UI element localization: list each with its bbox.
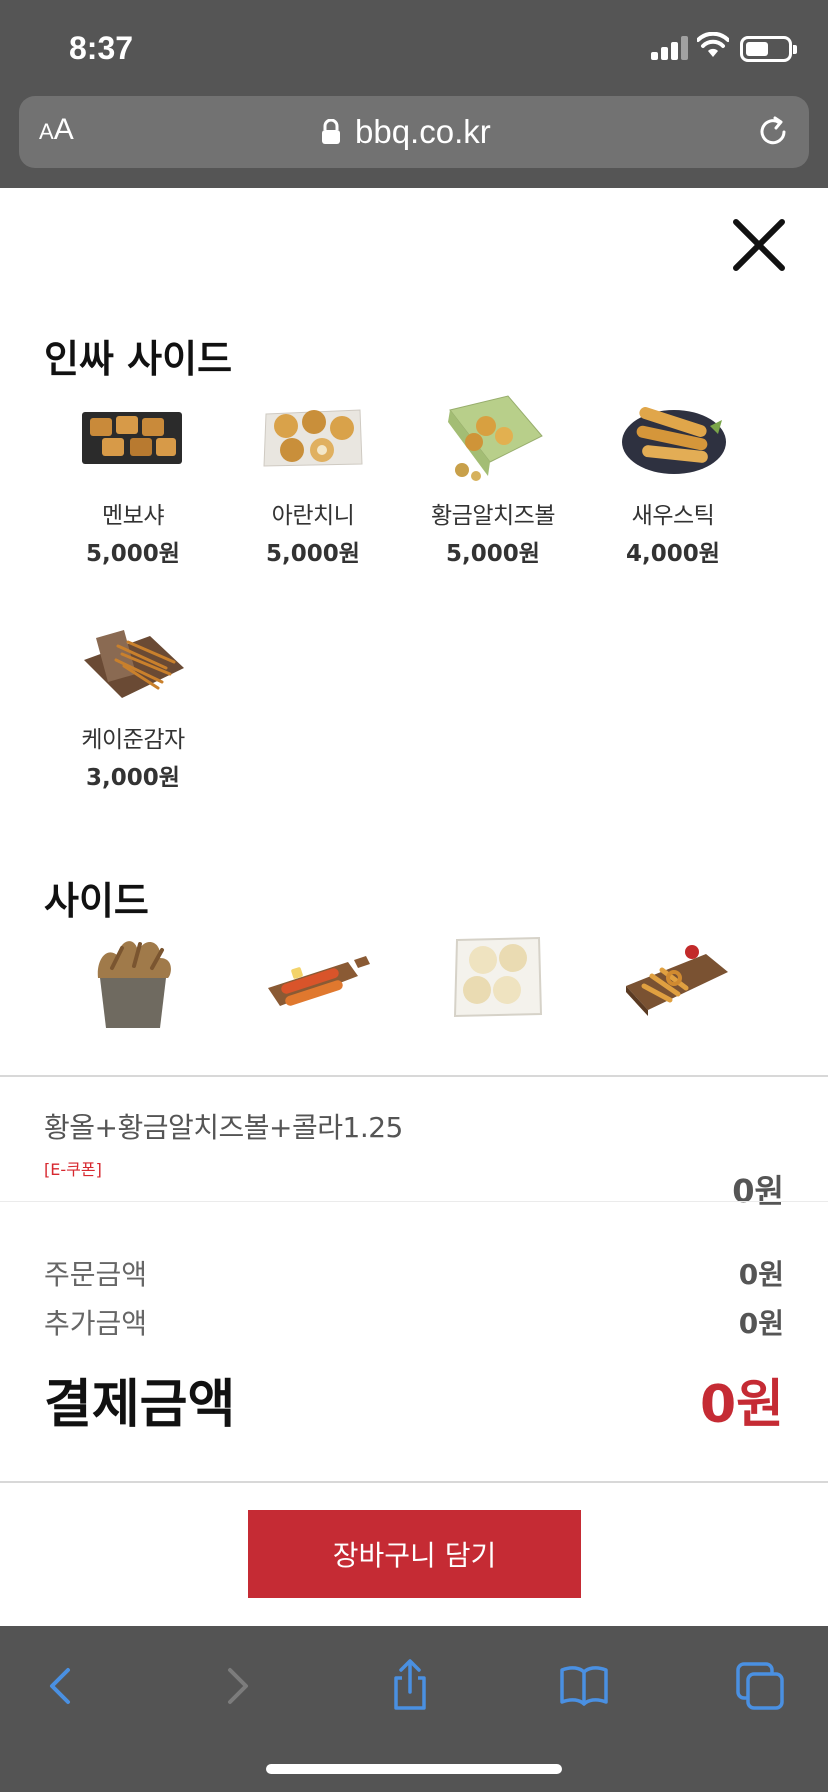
menu-item-menbosha[interactable]: 멘보샤 5,000원 <box>43 392 223 568</box>
side-item-fries-platter-image[interactable] <box>622 942 732 1042</box>
item-name: 아란치니 <box>271 503 355 529</box>
order-amount-label: 주문금액 <box>44 1258 148 1291</box>
selected-menu-name: 황올+황금알치즈볼+콜라1.25 <box>44 1111 403 1144</box>
menu-item-shrimp-stick[interactable]: 새우스틱 4,000원 <box>583 392 763 568</box>
menu-item-cajun-potato[interactable]: 케이준감자 3,000원 <box>43 616 223 792</box>
payment-amount-value: 0원 <box>699 1375 784 1435</box>
item-price: 5,000원 <box>266 541 360 567</box>
back-icon[interactable] <box>32 1656 92 1716</box>
item-name: 새우스틱 <box>631 503 715 529</box>
item-name: 멘보샤 <box>102 503 164 529</box>
divider <box>0 1201 828 1202</box>
arancini-image <box>263 409 363 467</box>
selected-menu-price: 0원 <box>732 1172 784 1210</box>
golden-cheese-ball-image <box>448 395 543 481</box>
lock-icon <box>322 119 340 144</box>
section-title-side: 사이드 <box>44 879 149 923</box>
section-title-insider-side: 인싸 사이드 <box>44 337 233 381</box>
side-item-fried-chicken-skin-image[interactable] <box>78 928 188 1028</box>
battery-icon <box>740 36 797 62</box>
extra-amount-label: 추가금액 <box>44 1307 148 1340</box>
url-text: bbq.co.kr <box>355 113 491 150</box>
share-icon[interactable] <box>380 1656 440 1716</box>
url-display[interactable]: bbq.co.kr <box>321 110 491 154</box>
home-indicator[interactable] <box>266 1764 562 1774</box>
add-to-cart-button[interactable]: 장바구니 담기 <box>248 1510 581 1598</box>
extra-amount-value: 0원 <box>738 1307 784 1340</box>
order-amount-row: 주문금액 0원 <box>44 1253 784 1293</box>
tabs-icon[interactable] <box>730 1656 790 1716</box>
side-item-cheese-balls-image[interactable] <box>443 928 553 1028</box>
coupon-badge: [E-쿠폰] <box>44 1160 102 1179</box>
forward-icon[interactable] <box>206 1656 266 1716</box>
menu-item-arancini[interactable]: 아란치니 5,000원 <box>223 392 403 568</box>
item-price: 5,000원 <box>86 541 180 567</box>
side-item-skewers-image[interactable] <box>262 930 372 1030</box>
shrimp-stick-image <box>622 407 726 474</box>
text-size-button[interactable]: AA <box>39 113 74 147</box>
wifi-icon <box>697 32 729 57</box>
divider <box>0 1481 828 1483</box>
item-price: 5,000원 <box>446 541 540 567</box>
status-time: 8:37 <box>69 30 134 66</box>
item-name: 케이준감자 <box>81 727 185 753</box>
bookmarks-icon[interactable] <box>554 1656 614 1716</box>
extra-amount-row: 추가금액 0원 <box>44 1302 784 1342</box>
item-name: 황금알치즈볼 <box>431 503 555 529</box>
order-amount-value: 0원 <box>738 1258 784 1291</box>
close-icon[interactable] <box>732 218 786 272</box>
browser-header: 8:37 AA bbq.co.kr <box>0 0 828 188</box>
payment-amount-label: 결제금액 <box>44 1375 236 1435</box>
divider <box>0 1075 828 1077</box>
menu-item-golden-cheese-ball[interactable]: 황금알치즈볼 5,000원 <box>403 392 583 568</box>
item-price: 4,000원 <box>626 541 720 567</box>
item-price: 3,000원 <box>86 765 180 791</box>
reload-icon[interactable] <box>755 114 791 150</box>
menbosha-image <box>82 412 182 464</box>
cajun-potato-image <box>84 630 184 698</box>
address-bar[interactable]: AA bbq.co.kr <box>19 96 809 168</box>
cellular-signal-icon <box>651 36 691 60</box>
